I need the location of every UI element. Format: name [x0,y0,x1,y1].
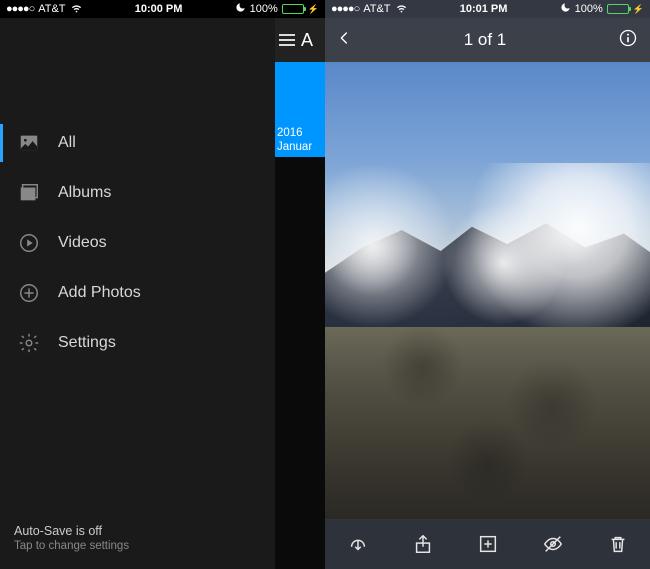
menu-label: Settings [58,334,116,352]
month-year: 2016 [277,127,323,141]
albums-icon [18,182,40,204]
autosave-hint: Tap to change settings [14,539,129,555]
hide-button[interactable] [541,532,565,556]
menu-item-all[interactable]: All [0,118,275,168]
add-to-button[interactable] [476,532,500,556]
battery-icon [282,4,304,14]
menu-item-add-photos[interactable]: Add Photos [0,268,275,318]
app-main: All Albums Videos Add Photos [0,18,325,569]
gear-icon [18,332,40,354]
battery-icon [607,4,629,14]
phone-screenshot-right: ●●●●○ AT&T 10:01 PM 100% ⚡ 1 of 1 [325,0,650,569]
menu-label: All [58,134,76,152]
menu-label: Videos [58,234,107,252]
photo-viewport[interactable] [325,62,650,519]
clock-label: 10:01 PM [460,3,508,15]
moon-icon [560,2,571,16]
month-name: Januar [277,141,323,155]
charging-icon: ⚡ [308,4,319,15]
signal-dots-icon: ●●●●○ [331,3,359,15]
charging-icon: ⚡ [633,4,644,15]
battery-label: 100% [575,3,603,15]
wifi-icon [70,1,83,17]
delete-button[interactable] [606,532,630,556]
image-icon [18,132,40,154]
drawer-footer[interactable]: Auto-Save is off Tap to change settings [14,523,129,555]
status-bar: ●●●●○ AT&T 10:00 PM 100% ⚡ [0,0,325,18]
photo-clouds [325,163,650,346]
share-button[interactable] [411,532,435,556]
plus-circle-icon [18,282,40,304]
photo-viewer-header: 1 of 1 [325,18,650,62]
menu-item-albums[interactable]: Albums [0,168,275,218]
signal-dots-icon: ●●●●○ [6,3,34,15]
menu-label: Albums [58,184,111,202]
photo-count-title: 1 of 1 [464,30,507,50]
photo-ground [325,327,650,519]
menu-label: Add Photos [58,284,141,302]
carrier-label: AT&T [38,3,65,15]
wifi-icon [395,1,408,17]
photo-toolbar [325,519,650,569]
menu-item-videos[interactable]: Videos [0,218,275,268]
peek-header: A [275,18,325,62]
clock-label: 10:00 PM [135,3,183,15]
battery-label: 100% [250,3,278,15]
play-circle-icon [18,232,40,254]
month-tile[interactable]: 2016 Januar [275,62,325,157]
autosave-status: Auto-Save is off [14,523,129,540]
download-button[interactable] [346,532,370,556]
menu-item-settings[interactable]: Settings [0,318,275,368]
back-button[interactable] [337,27,352,54]
info-button[interactable] [618,28,638,53]
side-drawer: All Albums Videos Add Photos [0,18,275,569]
carrier-label: AT&T [363,3,390,15]
moon-icon [235,2,246,16]
peek-body [275,157,325,569]
phone-screenshot-left: ●●●●○ AT&T 10:00 PM 100% ⚡ All [0,0,325,569]
status-bar: ●●●●○ AT&T 10:01 PM 100% ⚡ [325,0,650,18]
hamburger-icon[interactable] [279,34,295,46]
peek-title-fragment: A [301,30,313,51]
